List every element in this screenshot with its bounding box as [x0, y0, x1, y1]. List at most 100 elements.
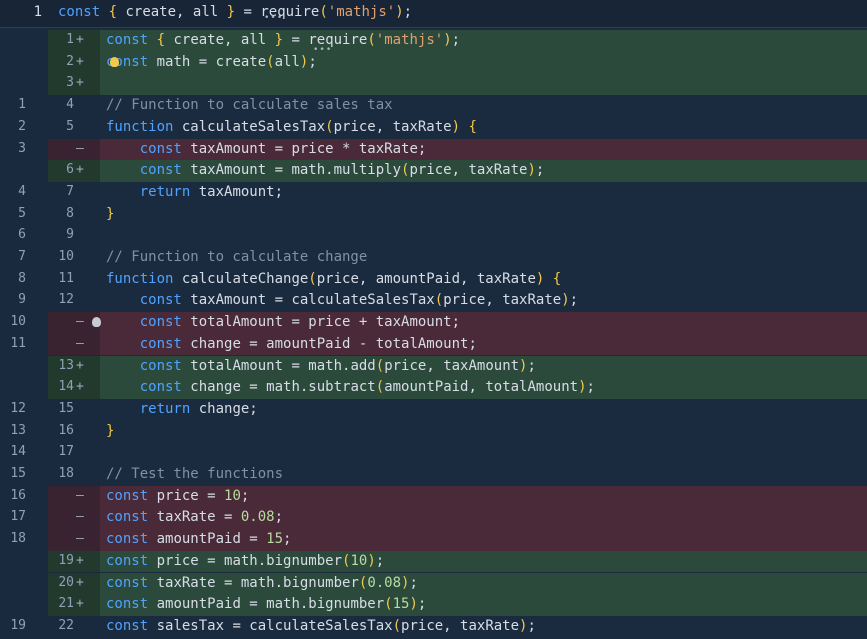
- code-line[interactable]: const taxRate = 0.08;: [106, 509, 283, 525]
- modified-line-number: 12: [58, 292, 74, 308]
- modified-line-number: 1: [66, 32, 74, 47]
- code-line[interactable]: const amountPaid = 15;: [106, 531, 291, 547]
- modified-line-number: 9: [66, 227, 74, 243]
- more-actions-icon[interactable]: •••: [264, 13, 283, 23]
- diff-line[interactable]: 2 5 function calculateSalesTax(price, taxR…: [0, 117, 867, 139]
- diff-line-added[interactable]: 19 + const price = math.bignumber(10);: [0, 550, 867, 573]
- line-highlight: [100, 225, 867, 247]
- diff-editor[interactable]: 1 const { create, all } = require('mathj…: [0, 0, 867, 639]
- diff-line[interactable]: 15 18 // Test the functions: [0, 464, 867, 486]
- lightbulb-icon[interactable]: [110, 57, 119, 67]
- original-line-number: 6: [18, 227, 26, 243]
- diff-marker: —: [76, 531, 84, 547]
- original-file-sticky-line[interactable]: 1 const { create, all } = require('mathj…: [0, 0, 867, 28]
- diff-line-added[interactable]: 20 + const taxRate = math.bignumber(0.08);: [0, 572, 867, 595]
- diff-line[interactable]: 9 12 const taxAmount = calculateSalesTax(…: [0, 290, 867, 312]
- diff-line-added[interactable]: 14 + const change = math.subtract(amountP…: [0, 377, 867, 399]
- diff-line[interactable]: 1 4 // Function to calculate sales tax: [0, 95, 867, 117]
- line-highlight: [100, 421, 867, 443]
- original-line-number: 11: [10, 335, 26, 351]
- diff-line[interactable]: 8 11 function calculateChange(price, amoun…: [0, 269, 867, 291]
- code-line[interactable]: return taxAmount;: [106, 184, 283, 200]
- code-line[interactable]: // Test the functions: [106, 466, 283, 482]
- code-line[interactable]: // Function to calculate sales tax: [106, 97, 393, 113]
- code-line[interactable]: const taxRate = math.bignumber(0.08);: [106, 575, 418, 591]
- modified-line-number: 11: [58, 270, 74, 286]
- diff-line-removed[interactable]: 3 — const taxAmount = price * taxRate;: [0, 138, 867, 161]
- lightbulb-icon[interactable]: [92, 317, 101, 327]
- code-line[interactable]: function calculateChange(price, amountPa…: [106, 271, 561, 287]
- diff-marker: +: [76, 32, 84, 47]
- code-line[interactable]: const change = amountPaid - totalAmount;: [106, 336, 477, 352]
- diff-line[interactable]: 14 17: [0, 442, 867, 464]
- diff-line-removed[interactable]: 10 — const totalAmount = price + taxAmoun…: [0, 312, 867, 334]
- original-line-number: 5: [18, 205, 26, 221]
- diff-line-added[interactable]: 3 +: [0, 73, 867, 96]
- line-highlight: [100, 442, 867, 464]
- diff-line[interactable]: 13 16}: [0, 421, 867, 443]
- original-line-number: 2: [18, 118, 26, 134]
- original-line-number: 4: [18, 183, 26, 199]
- original-line-number: 12: [10, 400, 26, 416]
- diff-marker: +: [76, 357, 84, 373]
- original-line-number: 16: [10, 487, 26, 503]
- diff-line[interactable]: 7 10 // Function to calculate change: [0, 247, 867, 269]
- original-line-number: 17: [10, 509, 26, 525]
- modified-line-number: 4: [66, 97, 74, 113]
- modified-line-number: 2: [66, 53, 74, 69]
- code-line[interactable]: // Function to calculate change: [106, 249, 367, 265]
- modified-line-number: 16: [58, 422, 74, 438]
- code-line[interactable]: const taxAmount = calculateSalesTax(pric…: [106, 292, 578, 308]
- gutter-highlight: [48, 507, 100, 530]
- code-line[interactable]: const { create, all } = require('mathjs'…: [106, 32, 460, 48]
- diff-marker: —: [76, 509, 84, 525]
- diff-line[interactable]: 12 15 return change;: [0, 399, 867, 421]
- code-line[interactable]: const taxAmount = price * taxRate;: [106, 141, 427, 157]
- diff-line[interactable]: 69: [0, 225, 867, 247]
- diff-line-added[interactable]: 1 + const { create, all } = require('mathj…: [0, 30, 867, 52]
- code-line[interactable]: const taxAmount = math.multiply(price, t…: [106, 162, 545, 178]
- diff-marker: +: [76, 552, 84, 568]
- gutter-highlight: [48, 485, 100, 508]
- original-line-number: 7: [18, 249, 26, 264]
- diff-line-added[interactable]: 6 + const taxAmount = math.multiply(price…: [0, 160, 867, 182]
- modified-line-number: 18: [58, 466, 74, 481]
- original-line-number: 10: [10, 314, 26, 330]
- code-line[interactable]: }: [106, 206, 114, 222]
- more-actions-icon[interactable]: •••: [313, 45, 332, 55]
- original-line-number: 14: [10, 444, 26, 460]
- modified-line-number: 21: [58, 596, 74, 612]
- code-line[interactable]: function calculateSalesTax(price, taxRat…: [106, 119, 477, 135]
- code-line[interactable]: const totalAmount = price + taxAmount;: [106, 314, 460, 330]
- diff-line-removed[interactable]: 16 — const price = 10;: [0, 485, 867, 508]
- original-line-number: 18: [10, 531, 26, 547]
- diff-line[interactable]: 19 22 const salesTax = calculateSalesTax(p…: [0, 616, 867, 638]
- diff-marker: +: [76, 596, 84, 612]
- gutter-highlight: [48, 333, 100, 356]
- diff-line-removed[interactable]: 11 — const change = amountPaid - totalAmo…: [0, 333, 867, 356]
- code-line[interactable]: const totalAmount = math.add(price, taxA…: [106, 358, 536, 374]
- code-line[interactable]: const change = math.subtract(amountPaid,…: [106, 379, 595, 395]
- diff-line-added[interactable]: 13 + const totalAmount = math.add(price, …: [0, 355, 867, 378]
- diff-marker: +: [76, 53, 84, 69]
- diff-marker: +: [76, 574, 84, 590]
- modified-line-number: 6: [66, 162, 74, 178]
- code-line[interactable]: }: [106, 423, 114, 439]
- original-line-number: 13: [10, 422, 26, 438]
- code-line[interactable]: const salesTax = calculateSalesTax(price…: [106, 618, 536, 634]
- code-line[interactable]: return change;: [106, 401, 258, 417]
- diff-line-removed[interactable]: 18 — const amountPaid = 15;: [0, 529, 867, 551]
- original-line-number: 1: [18, 97, 26, 113]
- code-line[interactable]: const price = math.bignumber(10);: [106, 553, 384, 569]
- line-highlight: [100, 204, 867, 226]
- diff-line-added[interactable]: 21 + const amountPaid = math.bignumber(15)…: [0, 594, 867, 616]
- code-line[interactable]: const amountPaid = math.bignumber(15);: [106, 596, 426, 612]
- code-line[interactable]: const math = create(all);: [106, 54, 317, 70]
- diff-marker: —: [76, 314, 84, 330]
- diff-line-added[interactable]: 2 + const math = create(all);: [0, 51, 867, 74]
- diff-line[interactable]: 4 7 return taxAmount;: [0, 182, 867, 204]
- diff-line[interactable]: 5 8}: [0, 204, 867, 226]
- diff-marker: +: [76, 162, 84, 178]
- code-line[interactable]: const price = 10;: [106, 488, 249, 504]
- diff-line-removed[interactable]: 17 — const taxRate = 0.08;: [0, 507, 867, 530]
